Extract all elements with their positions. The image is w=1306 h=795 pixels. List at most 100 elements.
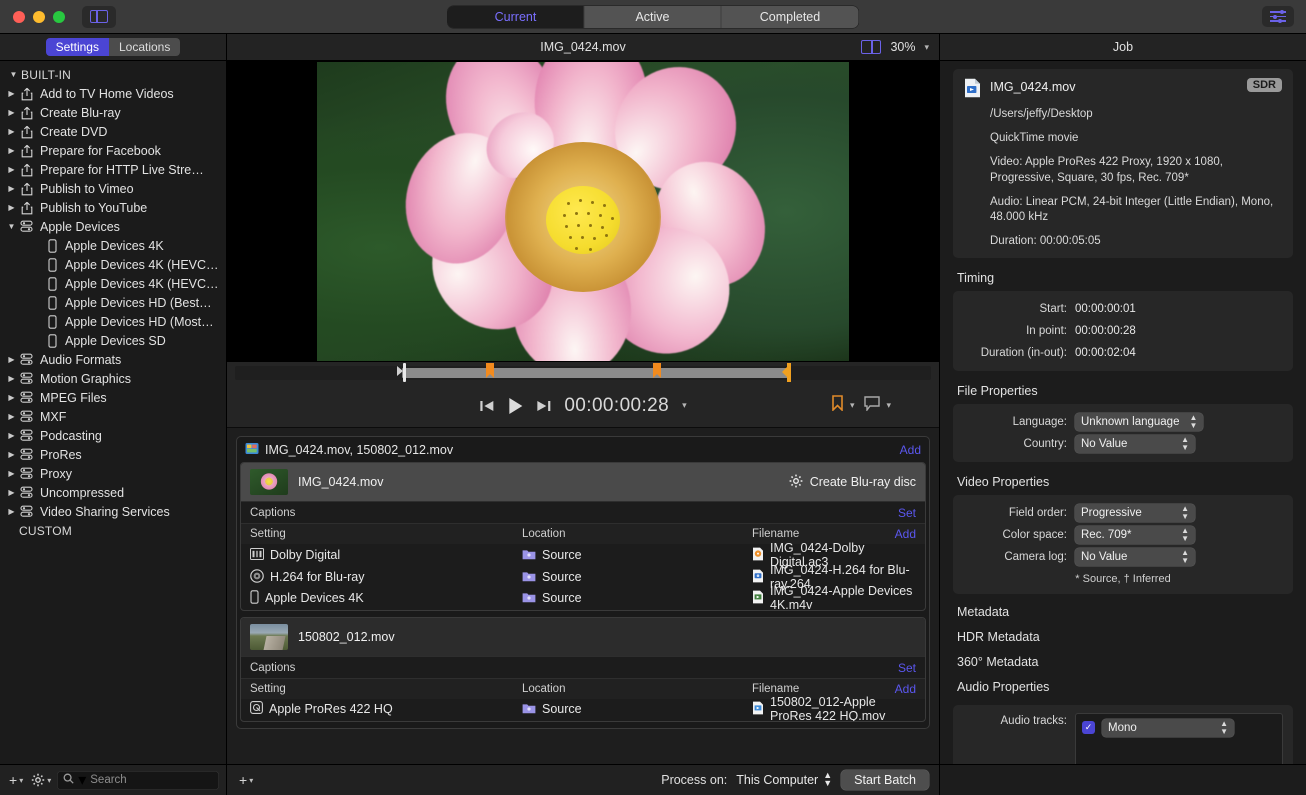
disclosure-right-icon[interactable]: ▶ (6, 470, 17, 478)
captions-set-link[interactable]: Set (898, 661, 916, 675)
audio-tracks-list[interactable]: ✓ Mono ▲▼ (1075, 713, 1283, 764)
color-space-select[interactable]: Rec. 709* ▲▼ (1075, 526, 1195, 544)
settings-tree[interactable]: ▼ BUILT-IN ▶ Add to TV Home Videos ▶ Cre… (0, 61, 226, 764)
gear-icon[interactable] (789, 474, 803, 491)
tab-locations[interactable]: Locations (109, 38, 180, 56)
tab-completed[interactable]: Completed (722, 6, 859, 28)
captions-set-link[interactable]: Set (898, 506, 916, 520)
sidebar-item-apple-devices-sd[interactable]: Apple Devices SD (0, 331, 226, 350)
disclosure-right-icon[interactable]: ▶ (6, 90, 17, 98)
caption-icon[interactable] (864, 396, 880, 416)
view-segmented-control[interactable]: Current Active Completed (448, 6, 859, 28)
disclosure-right-icon[interactable]: ▶ (6, 394, 17, 402)
disclosure-right-icon[interactable]: ▶ (6, 185, 17, 193)
sidebar-item-create-blu-ray[interactable]: ▶ Create Blu-ray (0, 103, 226, 122)
output-add-link[interactable]: Add (895, 527, 916, 541)
timecode-display[interactable]: 00:00:00:28 (564, 395, 669, 417)
add-job-button[interactable]: +▾ (237, 772, 255, 788)
sidebar-item-prepare-for-http-live-streaming[interactable]: ▶ Prepare for HTTP Live Stre… (0, 160, 226, 179)
skip-forward-icon[interactable] (536, 399, 551, 413)
sidebar-item-apple-devices-hd-best[interactable]: Apple Devices HD (Best… (0, 293, 226, 312)
preview-area[interactable] (227, 61, 939, 362)
split-view-icon[interactable] (861, 40, 881, 54)
close-button[interactable] (13, 11, 25, 23)
sidebar-item-apple-devices[interactable]: ▼ Apple Devices (0, 217, 226, 236)
add-setting-button[interactable]: +▾ (7, 772, 25, 788)
sidebar-item-publish-to-vimeo[interactable]: ▶ Publish to Vimeo (0, 179, 226, 198)
keyframe-marker[interactable] (486, 363, 494, 374)
job-action-label[interactable]: Create Blu-ray disc (810, 475, 916, 489)
country-select[interactable]: No Value ▲▼ (1075, 435, 1195, 453)
timeline-scrubber[interactable] (235, 366, 931, 380)
disclosure-right-icon[interactable]: ▶ (6, 128, 17, 136)
disclosure-right-icon[interactable]: ▶ (6, 489, 17, 497)
sidebar-item-podcasting[interactable]: ▶ Podcasting (0, 426, 226, 445)
field-order-select[interactable]: Progressive ▲▼ (1075, 504, 1195, 522)
start-batch-button[interactable]: Start Batch (841, 770, 929, 790)
sidebar-item-prores[interactable]: ▶ ProRes (0, 445, 226, 464)
chevron-down-icon[interactable]: ▾ (78, 770, 86, 790)
marker-icon[interactable] (831, 395, 844, 416)
sidebar-item-uncompressed[interactable]: ▶ Uncompressed (0, 483, 226, 502)
job-row[interactable]: IMG_0424.mov Create Blu-ray disc Caption… (240, 462, 926, 611)
tab-settings[interactable]: Settings (46, 38, 109, 56)
disclosure-down-icon[interactable]: ▼ (6, 223, 17, 231)
section-metadata-title[interactable]: Metadata (957, 605, 1293, 619)
settings-action-button[interactable]: ▾ (29, 773, 53, 787)
section-hdr-metadata-title[interactable]: HDR Metadata (957, 630, 1293, 644)
skip-back-icon[interactable] (479, 399, 494, 413)
disclosure-right-icon[interactable]: ▶ (6, 375, 17, 383)
zoom-level-label[interactable]: 30% (890, 40, 915, 54)
chevron-down-icon[interactable]: ▾ (850, 400, 855, 411)
minimize-button[interactable] (33, 11, 45, 23)
chevron-down-icon[interactable]: ▾ (19, 776, 23, 785)
disclosure-right-icon[interactable]: ▶ (6, 147, 17, 155)
job-row[interactable]: 150802_012.mov Captions Set Setting Loca… (240, 617, 926, 722)
sidebar-item-mxf[interactable]: ▶ MXF (0, 407, 226, 426)
sidebar-item-apple-devices-4k-hevc-2[interactable]: Apple Devices 4K (HEVC… (0, 274, 226, 293)
section-360-metadata-title[interactable]: 360° Metadata (957, 655, 1293, 669)
disclosure-right-icon[interactable]: ▶ (6, 166, 17, 174)
chevron-down-icon[interactable]: ▾ (886, 400, 891, 411)
audio-track-checkbox[interactable]: ✓ (1082, 721, 1095, 734)
sidebar-item-proxy[interactable]: ▶ Proxy (0, 464, 226, 483)
disclosure-right-icon[interactable]: ▶ (6, 508, 17, 516)
play-icon[interactable] (507, 397, 523, 415)
sidebar-group-built-in[interactable]: ▼ BUILT-IN (0, 65, 226, 84)
sidebar-item-apple-devices-4k-hevc-1[interactable]: Apple Devices 4K (HEVC… (0, 255, 226, 274)
sidebar-item-publish-to-youtube[interactable]: ▶ Publish to YouTube (0, 198, 226, 217)
sidebar-item-apple-devices-hd-most[interactable]: Apple Devices HD (Most… (0, 312, 226, 331)
sidebar-item-mpeg-files[interactable]: ▶ MPEG Files (0, 388, 226, 407)
audio-track-select[interactable]: Mono ▲▼ (1102, 719, 1234, 737)
sidebar-item-video-sharing-services[interactable]: ▶ Video Sharing Services (0, 502, 226, 521)
chevron-down-icon[interactable]: ▾ (924, 42, 929, 53)
sidebar-group-custom[interactable]: CUSTOM (0, 521, 226, 540)
sidebar-toggle-button[interactable] (82, 6, 116, 28)
playhead[interactable] (402, 363, 410, 382)
chevron-down-icon[interactable]: ▾ (249, 776, 253, 785)
disclosure-right-icon[interactable]: ▶ (6, 204, 17, 212)
output-row[interactable]: Apple Devices 4K Source IMG_0424-Apple D… (241, 588, 925, 610)
language-select[interactable]: Unknown language ▲▼ (1075, 413, 1203, 431)
disclosure-right-icon[interactable]: ▶ (6, 451, 17, 459)
sidebar-item-prepare-for-facebook[interactable]: ▶ Prepare for Facebook (0, 141, 226, 160)
out-point-marker[interactable] (782, 363, 791, 382)
search-input[interactable]: ▾ Search (57, 771, 219, 790)
process-on-select[interactable]: This Computer ▲▼ (736, 772, 832, 787)
sidebar-item-audio-formats[interactable]: ▶ Audio Formats (0, 350, 226, 369)
sidebar-item-create-dvd[interactable]: ▶ Create DVD (0, 122, 226, 141)
output-add-link[interactable]: Add (895, 682, 916, 696)
sidebar-item-apple-devices-4k[interactable]: Apple Devices 4K (0, 236, 226, 255)
batch-add-link[interactable]: Add (900, 443, 921, 457)
job-header[interactable]: 150802_012.mov (241, 618, 925, 656)
disclosure-right-icon[interactable]: ▶ (6, 356, 17, 364)
sidebar-item-add-to-tv-home-videos[interactable]: ▶ Add to TV Home Videos (0, 84, 226, 103)
sidebar-item-motion-graphics[interactable]: ▶ Motion Graphics (0, 369, 226, 388)
chevron-down-icon[interactable]: ▾ (47, 776, 51, 785)
disclosure-right-icon[interactable]: ▶ (6, 413, 17, 421)
zoom-button[interactable] (53, 11, 65, 23)
camera-log-select[interactable]: No Value ▲▼ (1075, 548, 1195, 566)
disclosure-right-icon[interactable]: ▶ (6, 109, 17, 117)
output-row[interactable]: Apple ProRes 422 HQ Source 150802_012-Ap… (241, 699, 925, 721)
tab-current[interactable]: Current (448, 6, 585, 28)
